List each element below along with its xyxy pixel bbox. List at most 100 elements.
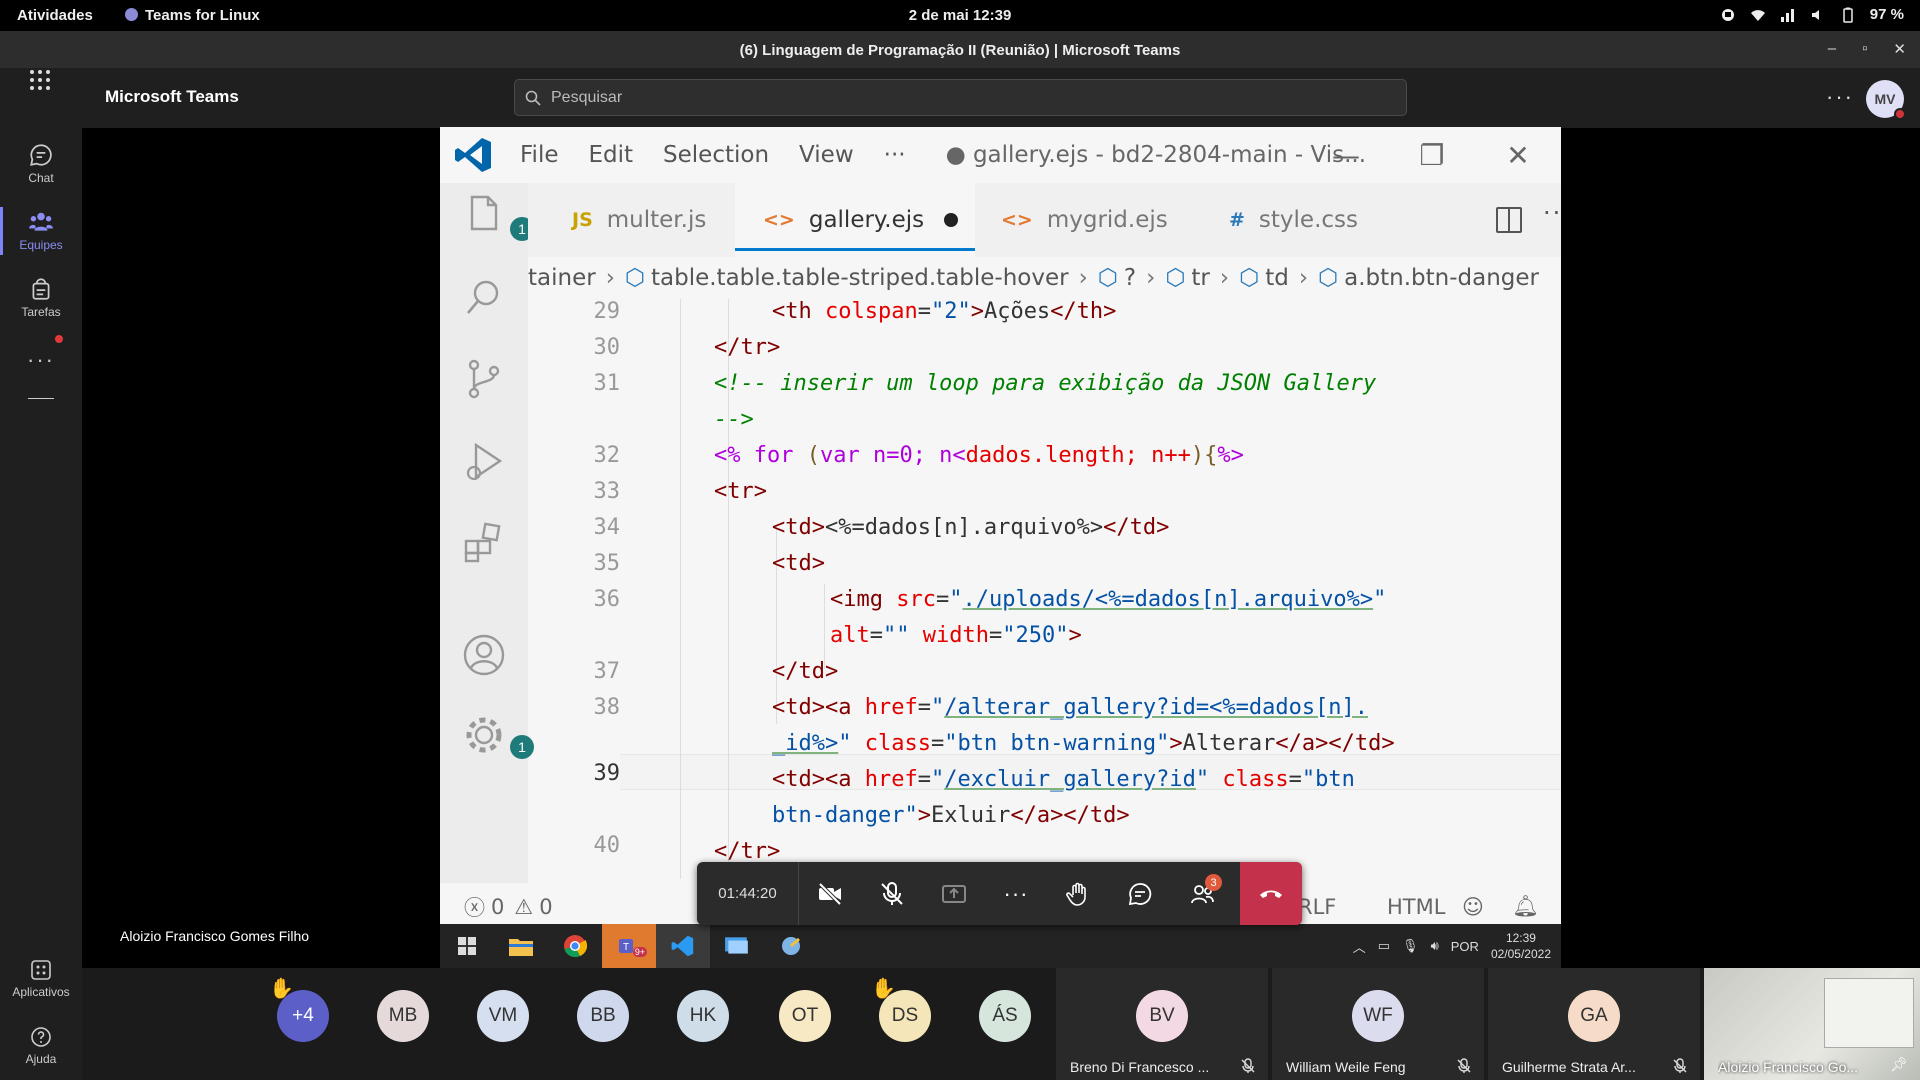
chat-button[interactable] (1109, 862, 1171, 925)
search-placeholder: Pesquisar (551, 88, 623, 106)
vs-restore-icon[interactable]: ❐ (1389, 127, 1475, 183)
rail-item-equipes[interactable]: Equipes (0, 207, 82, 255)
rail-item-aplicativos[interactable]: Aplicativos (0, 958, 82, 999)
breadcrumb-item[interactable]: ? (1124, 265, 1136, 291)
split-editor-icon[interactable] (1496, 207, 1522, 233)
extensions-icon[interactable] (462, 521, 506, 565)
speaker-icon: 🔊︎ (1430, 938, 1439, 953)
source-control-icon[interactable] (462, 357, 506, 401)
participant-avatar[interactable]: OT (779, 990, 831, 1042)
close-icon[interactable]: ✕ (1893, 40, 1906, 58)
notification-dot (55, 335, 63, 343)
participant-name: William Weile Feng (1286, 1059, 1406, 1075)
eol-indicator[interactable]: RLF (1298, 895, 1336, 919)
overflow-participants-avatar[interactable]: +4 ✋ (269, 978, 329, 1042)
breadcrumb-item[interactable]: a.btn.btn-danger (1344, 265, 1539, 291)
line-number: 36 (593, 587, 621, 612)
line-number: 38 (593, 695, 621, 720)
mic-off-button[interactable] (861, 862, 923, 925)
participant-video-tile[interactable]: Aloizio Francisco Go... 📌︎ (1704, 968, 1920, 1080)
menu-selection[interactable]: Selection (663, 142, 769, 168)
symbol-icon: ⬡ (1165, 265, 1186, 291)
participant-tile[interactable]: WF William Weile Feng (1272, 968, 1484, 1080)
camera-off-icon (818, 882, 842, 905)
avatar-initials: HK (689, 1005, 717, 1026)
avatar-initials: BV (1149, 1005, 1175, 1026)
participant-avatar[interactable]: HK (677, 990, 729, 1042)
vscode-activity-bar: 1 1 (440, 183, 534, 883)
search-icon[interactable] (462, 275, 506, 319)
tab-mygrid-ejs[interactable]: <> mygrid.ejs (975, 183, 1205, 257)
windows-start-icon (440, 924, 494, 968)
breadcrumb: tainer › ⬡ table.table.table-striped.table… (528, 265, 1539, 291)
app-name: Teams for Linux (145, 7, 260, 24)
settings-gear-icon[interactable]: 1 (462, 713, 534, 759)
raise-hand-button[interactable] (1047, 862, 1109, 925)
participants-button[interactable]: 3 (1171, 862, 1233, 925)
warnings-icon[interactable]: ⚠ (514, 895, 533, 919)
participant-avatar[interactable]: MB (377, 990, 429, 1042)
tab-gallery-ejs[interactable]: <> gallery.ejs (735, 183, 975, 257)
vs-close-icon[interactable]: ✕ (1475, 127, 1561, 183)
minimize-icon[interactable]: – (1828, 40, 1836, 58)
feedback-icon[interactable]: ☺ (1462, 895, 1484, 919)
gnome-top-bar: Atividades Teams for Linux 2 de mai 12:3… (0, 0, 1920, 31)
code-line: <% for (var n=0; n<dados.length; n++){%> (714, 443, 1244, 468)
participant-avatar[interactable]: BB (577, 990, 629, 1042)
menu-view[interactable]: View (799, 142, 854, 168)
more-actions-icon: ··· (1003, 880, 1029, 906)
language-mode[interactable]: HTML (1387, 895, 1445, 919)
errors-icon[interactable]: ⓧ (464, 892, 485, 922)
system-tray[interactable]: 97 % (1720, 6, 1904, 23)
call-timer: 01:44:20 (697, 862, 799, 925)
app-menu[interactable]: Teams for Linux (125, 7, 260, 24)
participant-avatar[interactable]: DS ✋ (871, 978, 931, 1042)
tab-multer-js[interactable]: JS multer.js (550, 183, 735, 257)
clock[interactable]: 2 de mai 12:39 (909, 7, 1012, 24)
vs-minimize-icon[interactable]: — (1303, 127, 1389, 183)
code-editor[interactable]: 29 30 31 32 33 34 35 36 37 38 39 40 <th … (528, 299, 1561, 889)
input-language: POR (1450, 938, 1479, 954)
notifications-bell-icon[interactable]: 🔔︎ (1512, 894, 1539, 919)
camera-off-button[interactable] (799, 862, 861, 925)
menu-file[interactable]: File (520, 142, 559, 168)
settings-more-button[interactable]: ··· (1826, 84, 1854, 110)
code-line: <td><a href="/alterar_gallery?id=<%=dado… (772, 695, 1369, 720)
breadcrumb-item[interactable]: tainer (528, 265, 596, 291)
activities-button[interactable]: Atividades (17, 7, 93, 24)
account-icon[interactable] (462, 633, 506, 677)
apps-icon (31, 960, 51, 980)
shared-screen-vscode: File Edit Selection View ··· ● gallery.e… (440, 127, 1561, 924)
explorer-icon[interactable]: 1 (462, 193, 534, 241)
breadcrumb-item[interactable]: table.table.table-striped.table-hover (651, 265, 1069, 291)
tab-style-css[interactable]: # style.css (1205, 183, 1445, 257)
rail-item-tarefas[interactable]: Tarefas (0, 276, 82, 319)
taskbar-time: 12:39 (1505, 931, 1536, 945)
editor-more-icon[interactable]: ··· (1543, 199, 1561, 227)
rail-item-chat[interactable]: Chat (0, 142, 82, 185)
mic-off-icon (881, 881, 903, 905)
line-number: 31 (593, 371, 621, 396)
breadcrumb-item[interactable]: tr (1191, 265, 1209, 291)
user-avatar[interactable]: MV (1866, 80, 1906, 120)
rail-item-ajuda[interactable]: Ajuda (0, 1025, 82, 1066)
maximize-icon[interactable]: ▫ (1862, 40, 1867, 58)
menu-edit[interactable]: Edit (589, 142, 634, 168)
menu-more-icon[interactable]: ··· (884, 142, 906, 168)
participant-avatar[interactable]: ÁS (979, 990, 1031, 1042)
breadcrumb-item[interactable]: td (1265, 265, 1289, 291)
participant-avatar[interactable]: VM (477, 990, 529, 1042)
share-button[interactable] (923, 862, 985, 925)
more-actions-button[interactable]: ··· (985, 862, 1047, 925)
search-input[interactable]: Pesquisar (514, 79, 1407, 116)
run-debug-icon[interactable] (462, 439, 506, 483)
more-apps-icon[interactable]: ··· (0, 335, 82, 373)
code-line: </tr> (714, 335, 781, 360)
leave-call-button[interactable] (1240, 862, 1302, 925)
participant-tile[interactable]: BV Breno Di Francesco ... (1056, 968, 1268, 1080)
taskbar-date: 02/05/2022 (1490, 947, 1551, 961)
line-number: 34 (593, 515, 621, 540)
rail-label: Equipes (19, 238, 63, 252)
participant-tile[interactable]: GA Guilherme Strata Ar... (1488, 968, 1700, 1080)
code-line: <td> (772, 551, 825, 576)
